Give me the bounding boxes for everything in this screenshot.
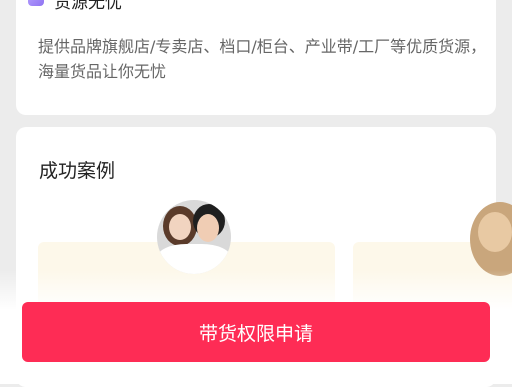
- box-icon: [28, 0, 44, 6]
- apply-permission-button[interactable]: 带货权限申请: [22, 302, 490, 362]
- feature-description: 提供品牌旗舰店/专卖店、档口/柜台、产业带/工厂等优质货源，海量货品让你无忧: [38, 37, 487, 81]
- feature-title: 货源无忧: [54, 0, 122, 13]
- person-face: [478, 212, 512, 252]
- person-face: [197, 214, 219, 242]
- success-cases-title: 成功案例: [39, 160, 116, 182]
- person-face: [169, 214, 191, 240]
- avatar: [157, 200, 231, 274]
